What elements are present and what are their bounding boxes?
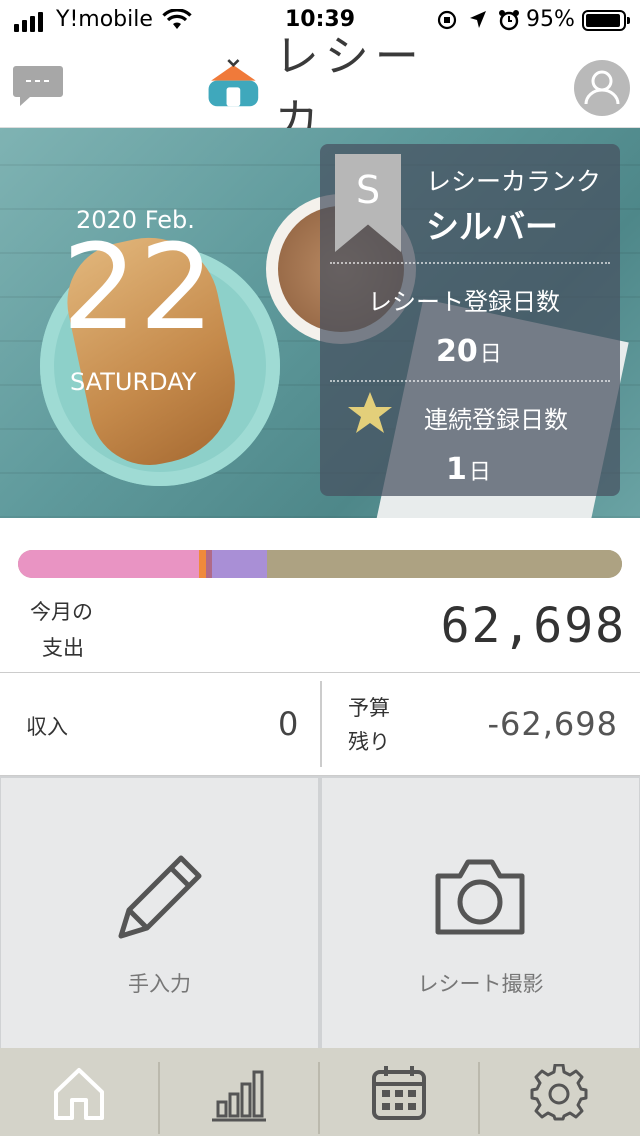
tab-calendar[interactable] [320, 1048, 480, 1136]
manual-entry-button[interactable]: 手入力 [1, 778, 318, 1048]
battery-icon [582, 10, 630, 31]
house-logo-icon [208, 59, 259, 107]
monthly-spend-value[interactable]: 62,698 [441, 598, 626, 654]
budget-label: 予算 残り [348, 691, 390, 759]
streak-days-value: 1 [446, 452, 467, 487]
star-icon [348, 392, 392, 433]
home-icon [54, 1068, 104, 1120]
spend-bar-segment [212, 550, 267, 578]
income-label: 収入 [26, 715, 68, 739]
rank-badge-icon: S [335, 154, 401, 252]
app-logo: レシーカ [206, 31, 446, 146]
calendar-icon [372, 1066, 426, 1120]
divider [330, 380, 610, 382]
registered-days-count: 20日 [436, 334, 502, 369]
registered-days-value: 20 [436, 334, 478, 369]
budget-remaining-value[interactable]: -62,698 [487, 705, 618, 743]
battery-percent: 95% [526, 7, 575, 32]
spend-bar-segment [199, 550, 206, 578]
monthly-spend-label: 今月の 支出 [30, 594, 93, 666]
tab-home[interactable] [0, 1048, 160, 1136]
spend-bar-segment [266, 550, 622, 578]
streak-days-label: 連続登録日数 [424, 406, 568, 434]
budget-label-line2: 残り [348, 730, 390, 754]
date-day: 22 [62, 218, 217, 356]
streak-days-unit: 日 [468, 460, 491, 485]
tab-reports[interactable] [160, 1048, 320, 1136]
monthly-spend-label-line2: 支出 [42, 636, 84, 660]
tab-bar [0, 1048, 640, 1136]
chat-bubble-icon[interactable] [12, 64, 64, 108]
bar-chart-icon [212, 1070, 266, 1122]
spend-bar-segment [205, 550, 213, 578]
spend-bar-segment [18, 550, 200, 578]
rank-value: シルバー [426, 207, 558, 246]
registered-days-label: レシート登録日数 [368, 288, 560, 316]
divider [320, 681, 322, 767]
app-header: レシーカ [0, 31, 640, 146]
category-spend-bar[interactable] [18, 550, 622, 578]
income-value[interactable]: 0 [278, 705, 298, 743]
location-arrow-icon [470, 11, 486, 28]
rank-panel: S レシーカランク シルバー レシート登録日数 20日 連続登録日数 1日 [320, 144, 620, 496]
registered-days-unit: 日 [479, 342, 502, 367]
tab-settings[interactable] [480, 1048, 640, 1136]
receipt-photo-label: レシート撮影 [417, 972, 544, 996]
budget-label-line1: 予算 [348, 696, 390, 720]
pencil-icon [118, 855, 202, 939]
camera-icon [435, 859, 525, 935]
receipt-photo-button[interactable]: レシート撮影 [322, 778, 639, 1048]
user-avatar-icon [584, 70, 620, 105]
action-tiles: 手入力 レシート撮影 [0, 776, 640, 1048]
divider [330, 262, 610, 264]
income-budget-row: 収入 0 予算 残り -62,698 [0, 672, 640, 776]
rank-badge-letter: S [355, 168, 381, 212]
gear-icon [530, 1064, 588, 1121]
rank-title: レシーカランク [426, 167, 602, 196]
profile-button[interactable] [574, 60, 630, 116]
manual-entry-label: 手入力 [128, 972, 191, 996]
hero-banner: 2020 Feb. 22 SATURDAY S レシーカランク シルバー レシー… [0, 128, 640, 518]
date-weekday: SATURDAY [70, 368, 197, 396]
monthly-spend-label-line1: 今月の [30, 600, 93, 624]
alarm-icon [499, 10, 519, 31]
streak-days-count: 1日 [446, 452, 491, 487]
